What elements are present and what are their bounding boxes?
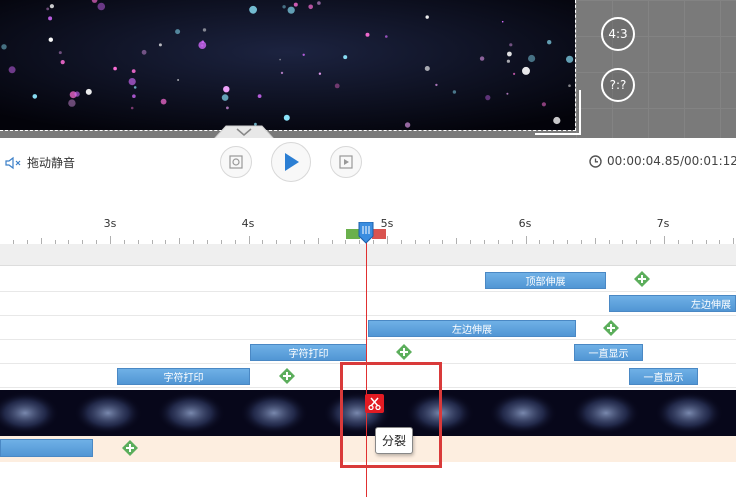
crop-frame[interactable] <box>0 0 576 131</box>
ruler-tick <box>387 236 388 244</box>
effect-clip[interactable]: 字符打印 <box>250 344 367 361</box>
ruler-label: 7s <box>656 217 670 230</box>
aspect-ratio-label: 4:3 <box>608 27 628 41</box>
play-icon <box>285 153 299 171</box>
add-effect-icon[interactable] <box>396 344 412 360</box>
thumbnail-frame <box>572 392 640 434</box>
crop-handle[interactable] <box>535 90 581 135</box>
ruler-label: 3s <box>103 217 117 230</box>
prev-frame-icon <box>229 155 243 169</box>
aspect-ratio-label: ?:? <box>609 78 627 92</box>
playhead-handle[interactable] <box>346 222 386 244</box>
split-button[interactable] <box>365 394 384 413</box>
clip-label: 一直显示 <box>588 349 629 360</box>
aspect-ratio-4-3-button[interactable]: 4:3 <box>601 17 635 51</box>
effect-track-3: 左边伸展 <box>0 316 736 340</box>
split-tooltip: 分裂 <box>375 427 414 454</box>
time-text: 00:00:04.85/00:01:12 <box>607 154 736 168</box>
clock-icon <box>589 154 602 168</box>
thumbnail-frame <box>655 392 723 434</box>
thumbnail-frame <box>489 392 557 434</box>
effect-track-4: 字符打印 一直显示 <box>0 340 736 364</box>
drag-mute-toggle[interactable]: 拖动静音 <box>5 154 75 171</box>
next-frame-button[interactable] <box>330 146 362 178</box>
speaker-mute-icon <box>5 156 21 169</box>
effect-track-2: 左边伸展 <box>0 292 736 316</box>
video-editor: 4:3 ?:? 拖动静音 00:00:04.85/00:01:12 3s 4s … <box>0 0 736 497</box>
add-effect-icon[interactable] <box>279 368 295 384</box>
effect-track-1: 顶部伸展 <box>0 268 736 292</box>
clip-label: 字符打印 <box>288 349 329 360</box>
clip-label: 左边伸展 <box>691 300 731 311</box>
ruler-label: 4s <box>241 217 255 230</box>
effect-clip[interactable]: 左边伸展 <box>609 295 736 312</box>
next-frame-icon <box>339 155 353 169</box>
collapse-preview-button[interactable] <box>204 124 284 140</box>
time-display: 00:00:04.85/00:01:12 <box>589 154 736 168</box>
aspect-ratio-custom-button[interactable]: ?:? <box>601 68 635 102</box>
preview-grid <box>576 0 736 138</box>
clip-label: 一直显示 <box>643 373 684 384</box>
add-effect-icon[interactable] <box>603 320 619 336</box>
tooltip-text: 分裂 <box>382 434 407 448</box>
thumbnail-frame <box>157 392 225 434</box>
effect-clip[interactable]: 字符打印 <box>117 368 250 385</box>
thumbnail-frame <box>240 392 308 434</box>
clip-label: 字符打印 <box>163 373 204 384</box>
effect-clip[interactable]: 一直显示 <box>629 368 698 385</box>
play-button[interactable] <box>271 142 311 182</box>
previous-frame-button[interactable] <box>220 146 252 178</box>
ruler-tick <box>664 236 665 244</box>
add-effect-icon[interactable] <box>634 271 650 287</box>
ruler-tick <box>248 236 250 244</box>
effect-clip[interactable]: 一直显示 <box>574 344 643 361</box>
ruler-tick <box>110 236 111 244</box>
add-audio-icon[interactable] <box>122 440 138 456</box>
ruler-tick <box>525 236 527 244</box>
effect-clip[interactable]: 左边伸展 <box>368 320 576 337</box>
clip-label: 左边伸展 <box>452 325 492 336</box>
mute-label: 拖动静音 <box>27 156 76 170</box>
ruler-label: 6s <box>518 217 532 230</box>
playback-controls <box>0 138 736 214</box>
audio-clip[interactable] <box>0 439 93 457</box>
clip-label: 顶部伸展 <box>525 277 566 288</box>
scissors-icon <box>368 397 381 410</box>
effect-clip[interactable]: 顶部伸展 <box>485 272 606 289</box>
thumbnail-frame <box>74 392 142 434</box>
ruler-band <box>0 244 736 266</box>
